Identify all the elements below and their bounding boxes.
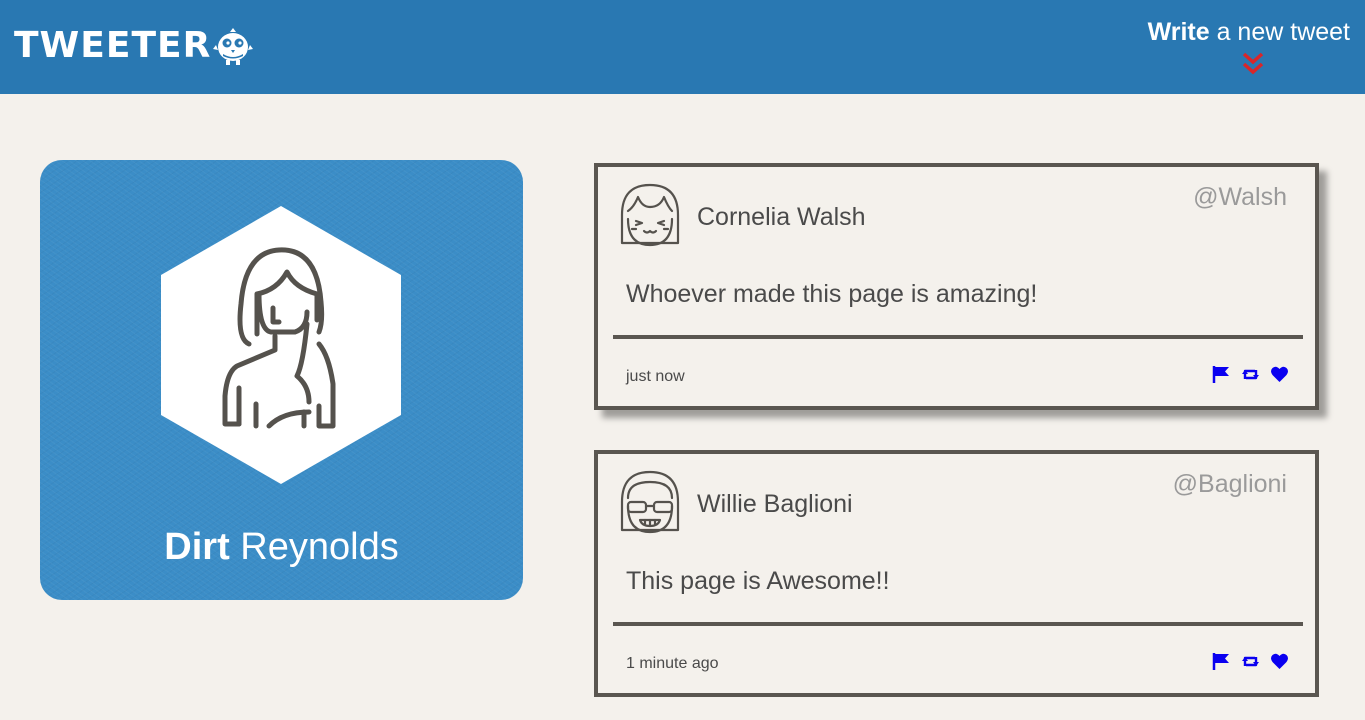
- tweet-divider: [613, 622, 1303, 626]
- profile-first-name: Dirt: [164, 526, 230, 568]
- tweet-actions: [1212, 365, 1289, 384]
- tweet-author[interactable]: Cornelia Walsh: [697, 201, 866, 233]
- top-nav-bar: TWEETER Write a new tweet: [0, 0, 1365, 94]
- tweet-timestamp: just now: [626, 368, 685, 385]
- tweet-actions: [1212, 652, 1289, 671]
- woman-avatar-icon: [161, 206, 401, 484]
- smiling-girl-avatar-icon: [620, 183, 680, 247]
- retweet-icon[interactable]: [1241, 652, 1260, 671]
- heart-icon[interactable]: [1270, 652, 1289, 671]
- profile-card: Dirt Reynolds: [40, 160, 523, 600]
- tweet-card: Willie Baglioni @Baglioni This page is A…: [594, 450, 1319, 697]
- flag-icon[interactable]: [1212, 365, 1231, 384]
- write-new-tweet-link[interactable]: Write a new tweet: [1148, 16, 1350, 48]
- tweet-handle[interactable]: @Walsh: [1193, 181, 1287, 213]
- profile-last-name: Reynolds: [229, 526, 399, 568]
- flag-icon[interactable]: [1212, 652, 1231, 671]
- sunglasses-avatar-icon: [620, 470, 680, 534]
- profile-name: Dirt Reynolds: [40, 524, 523, 570]
- tweet-divider: [613, 335, 1303, 339]
- app-logo-text[interactable]: TWEETER: [14, 24, 211, 68]
- tweet-timestamp: 1 minute ago: [626, 655, 719, 672]
- tweet-content: Whoever made this page is amazing!: [626, 280, 1038, 308]
- compose-bold-label: Write: [1147, 18, 1210, 46]
- tweet-author[interactable]: Willie Baglioni: [697, 488, 853, 520]
- tweet-handle[interactable]: @Baglioni: [1173, 468, 1287, 500]
- tweet-card: Cornelia Walsh @Walsh Whoever made this …: [594, 163, 1319, 410]
- owl-icon: [213, 28, 253, 65]
- heart-icon[interactable]: [1270, 365, 1289, 384]
- compose-label: a new tweet: [1209, 18, 1350, 46]
- double-chevron-down-icon[interactable]: [1240, 52, 1266, 76]
- tweet-content: This page is Awesome!!: [626, 567, 890, 595]
- retweet-icon[interactable]: [1241, 365, 1260, 384]
